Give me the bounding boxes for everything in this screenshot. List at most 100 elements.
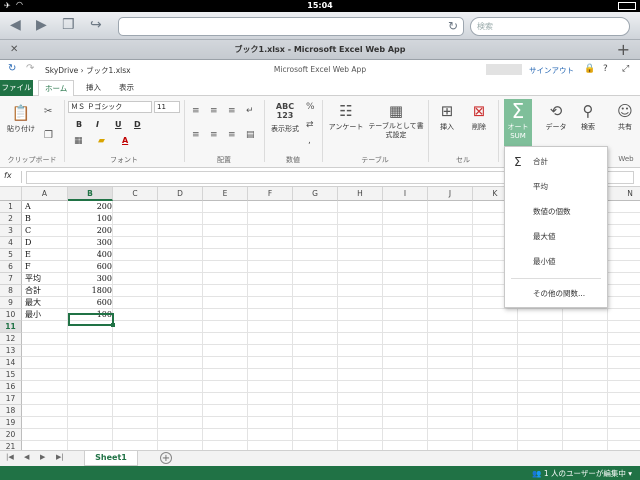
cell-a6[interactable]: F — [25, 261, 31, 273]
row-header-15[interactable]: 15 — [0, 369, 22, 381]
cell-b2[interactable]: 100 — [68, 213, 112, 225]
add-sheet-icon[interactable]: + — [160, 452, 172, 464]
tab-view[interactable]: 表示 — [113, 80, 140, 96]
fullscreen-icon[interactable]: ⤢ — [622, 64, 629, 74]
cell-b7[interactable]: 300 — [68, 273, 112, 285]
row-header-4[interactable]: 4 — [0, 237, 22, 249]
font-name-select[interactable]: ＭＳ Ｐゴシック — [68, 101, 152, 113]
column-header-f[interactable]: F — [248, 187, 293, 201]
row-header-1[interactable]: 1 — [0, 201, 22, 213]
insert-cells-button[interactable]: ⊞ 挿入 — [434, 102, 460, 132]
column-header-h[interactable]: H — [338, 187, 383, 201]
row-header-20[interactable]: 20 — [0, 429, 22, 441]
last-sheet-icon[interactable]: ▶| — [56, 453, 64, 461]
autosum-button[interactable]: Σ オートSUM — [504, 99, 532, 149]
cell-b1[interactable]: 200 — [68, 201, 112, 213]
row-header-17[interactable]: 17 — [0, 393, 22, 405]
cell-b3[interactable]: 200 — [68, 225, 112, 237]
find-button[interactable]: ⚲ 検索 — [574, 102, 602, 132]
tab-file[interactable]: ファイル — [0, 80, 33, 96]
underline-button[interactable]: U — [115, 120, 122, 129]
browser-tab-title[interactable]: ブック1.xlsx - Microsoft Excel Web App — [0, 40, 640, 60]
wrap-text-icon[interactable]: ↵ — [246, 106, 254, 116]
row-header-11[interactable]: 11 — [0, 321, 22, 333]
row-header-10[interactable]: 10 — [0, 309, 22, 321]
url-bar[interactable]: ↻ — [118, 17, 464, 36]
row-header-21[interactable]: 21 — [0, 441, 22, 450]
reload-icon[interactable]: ↻ — [448, 19, 458, 33]
column-header-n[interactable]: N — [608, 187, 640, 201]
column-header-c[interactable]: C — [113, 187, 158, 201]
row-header-7[interactable]: 7 — [0, 273, 22, 285]
help-icon[interactable]: ? — [603, 64, 608, 74]
decimal-icon[interactable]: ⇄ — [306, 120, 314, 130]
format-as-table-button[interactable]: ▦ テーブルとして書式設定 — [368, 102, 424, 140]
tab-home[interactable]: ホーム — [38, 80, 75, 97]
cell-b8[interactable]: 1800 — [68, 285, 112, 297]
align-center-icon[interactable]: ≡ — [210, 130, 218, 140]
menu-item-sum[interactable]: Σ 合計 — [505, 151, 607, 173]
column-header-b[interactable]: B — [68, 187, 113, 201]
cell-a2[interactable]: B — [25, 213, 31, 225]
column-header-a[interactable]: A — [22, 187, 68, 201]
row-header-9[interactable]: 9 — [0, 297, 22, 309]
cell-b5[interactable]: 400 — [68, 249, 112, 261]
row-header-16[interactable]: 16 — [0, 381, 22, 393]
cell-a8[interactable]: 合計 — [25, 285, 41, 297]
cell-a7[interactable]: 平均 — [25, 273, 41, 285]
cell-a5[interactable]: E — [25, 249, 31, 261]
first-sheet-icon[interactable]: |◀ — [6, 453, 14, 461]
column-header-e[interactable]: E — [203, 187, 248, 201]
bookmarks-icon[interactable]: ❒ — [62, 17, 75, 33]
bold-button[interactable]: B — [76, 120, 82, 129]
row-header-3[interactable]: 3 — [0, 225, 22, 237]
percent-icon[interactable]: % — [306, 102, 315, 112]
align-left-icon[interactable]: ≡ — [192, 130, 200, 140]
align-right-icon[interactable]: ≡ — [228, 130, 236, 140]
align-middle-icon[interactable]: ≡ — [210, 106, 218, 116]
data-button[interactable]: ⟲ データ — [540, 102, 572, 132]
forward-arrow-icon[interactable]: ▶ — [36, 17, 47, 33]
lock-icon[interactable]: 🔒 — [584, 64, 595, 74]
select-all-corner[interactable] — [0, 187, 22, 201]
menu-item-average[interactable]: 平均 — [505, 176, 607, 198]
paste-button[interactable]: 📋 貼り付け — [6, 104, 36, 134]
font-color-button[interactable]: A — [122, 136, 128, 145]
signout-link[interactable]: サインアウト — [529, 65, 574, 76]
cut-icon[interactable]: ✂ — [44, 106, 52, 117]
share-icon[interactable]: ↪ — [90, 17, 102, 33]
sheet-tab-sheet1[interactable]: Sheet1 — [84, 451, 138, 466]
prev-sheet-icon[interactable]: ◀ — [24, 453, 29, 461]
menu-item-min[interactable]: 最小値 — [505, 251, 607, 273]
column-header-i[interactable]: I — [383, 187, 428, 201]
font-size-select[interactable]: 11 — [154, 101, 180, 113]
copy-icon[interactable]: ❐ — [44, 130, 53, 141]
row-header-12[interactable]: 12 — [0, 333, 22, 345]
editing-users[interactable]: 👥 1 人のユーザーが編集中 ▾ — [532, 468, 632, 479]
align-bottom-icon[interactable]: ≡ — [228, 106, 236, 116]
menu-item-more-functions[interactable]: その他の関数... — [505, 283, 607, 305]
row-header-8[interactable]: 8 — [0, 285, 22, 297]
border-icon[interactable]: ▦ — [74, 136, 83, 146]
back-arrow-icon[interactable]: ◀ — [10, 17, 21, 33]
cell-a3[interactable]: C — [25, 225, 31, 237]
cell-a9[interactable]: 最大 — [25, 297, 41, 309]
comma-icon[interactable]: , — [308, 136, 311, 146]
row-header-14[interactable]: 14 — [0, 357, 22, 369]
column-header-d[interactable]: D — [158, 187, 203, 201]
row-header-6[interactable]: 6 — [0, 261, 22, 273]
new-tab-icon[interactable]: + — [617, 40, 630, 60]
survey-button[interactable]: ☷ アンケート — [326, 102, 366, 132]
cell-b9[interactable]: 600 — [68, 297, 112, 309]
menu-item-count[interactable]: 数値の個数 — [505, 201, 607, 223]
row-header-18[interactable]: 18 — [0, 405, 22, 417]
selected-cell[interactable] — [68, 313, 115, 327]
double-underline-button[interactable]: D — [134, 120, 141, 129]
row-header-5[interactable]: 5 — [0, 249, 22, 261]
number-format-button[interactable]: ABC 123 表示形式 — [268, 102, 302, 134]
italic-button[interactable]: I — [96, 120, 99, 129]
align-top-icon[interactable]: ≡ — [192, 106, 200, 116]
delete-cells-button[interactable]: ⊠ 削除 — [466, 102, 492, 132]
next-sheet-icon[interactable]: ▶ — [40, 453, 45, 461]
column-header-j[interactable]: J — [428, 187, 473, 201]
